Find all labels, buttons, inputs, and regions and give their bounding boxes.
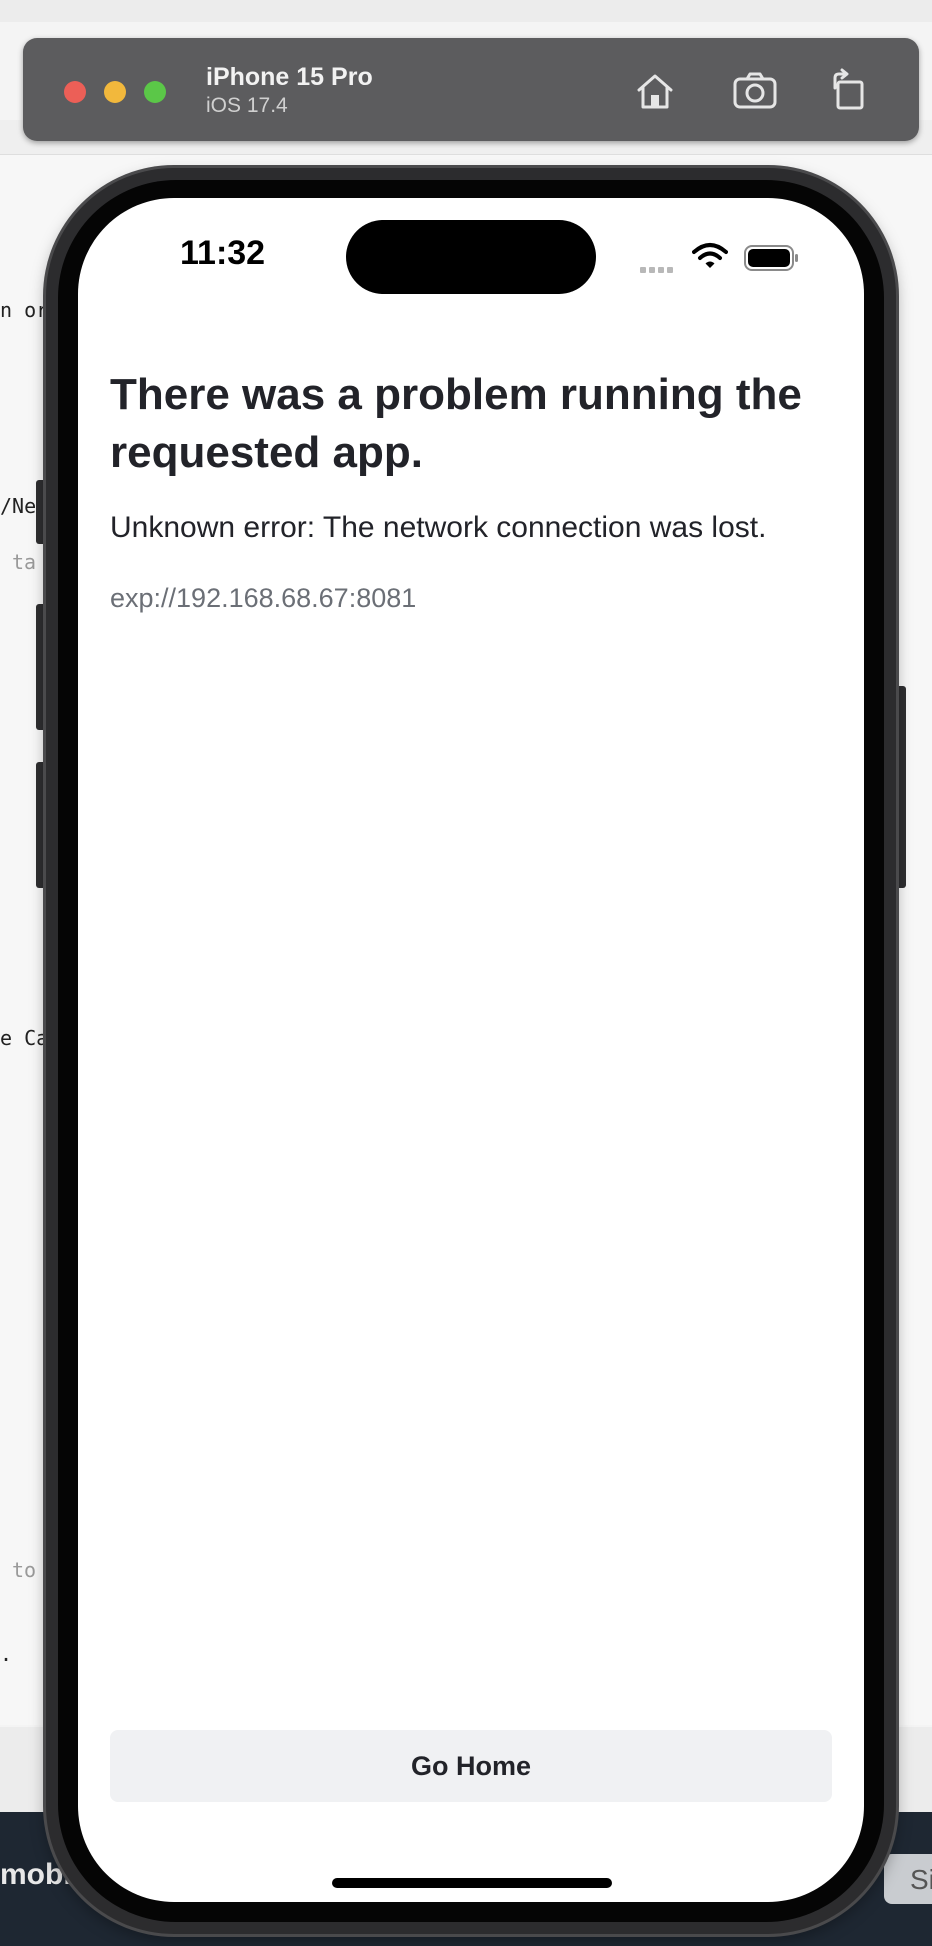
background-code-line: to [12, 1558, 37, 1582]
battery-icon [744, 245, 800, 276]
side-power-button [896, 686, 906, 888]
background-code-line: . [0, 1642, 13, 1666]
go-home-button[interactable]: Go Home [110, 1730, 832, 1802]
zoom-window-button[interactable] [144, 81, 166, 103]
background-code-line: e Ca [0, 1026, 49, 1050]
phone-screen: 11:32 There was a problem running the re… [78, 198, 864, 1902]
home-indicator [332, 1878, 612, 1888]
dynamic-island [346, 220, 596, 294]
home-icon[interactable] [632, 68, 678, 114]
background-code-line: n or [0, 298, 49, 322]
cellular-signal-icon [640, 260, 676, 278]
device-os-version: iOS 17.4 [206, 94, 288, 117]
background-top-bar [0, 0, 932, 23]
background-code-line: /Ne [0, 494, 37, 518]
minimize-window-button[interactable] [104, 81, 126, 103]
status-time: 11:32 [180, 234, 266, 272]
action-button [36, 480, 46, 544]
background-button-label: Si [910, 1864, 932, 1895]
close-window-button[interactable] [64, 81, 86, 103]
rotate-icon[interactable] [826, 68, 872, 114]
error-title: There was a problem running the requeste… [110, 370, 802, 477]
background-button[interactable]: Si [884, 1854, 932, 1904]
background-code-line: ta [12, 550, 37, 574]
simulator-title-bar: iPhone 15 Pro iOS 17.4 [23, 38, 919, 141]
volume-up-button [36, 604, 46, 730]
wifi-icon [692, 242, 728, 275]
screenshot-camera-icon[interactable] [732, 68, 778, 114]
device-name: iPhone 15 Pro [206, 63, 373, 91]
volume-down-button [36, 762, 46, 888]
error-url: exp://192.168.68.67:8081 [110, 583, 417, 613]
error-message: Unknown error: The network connection wa… [110, 511, 767, 544]
